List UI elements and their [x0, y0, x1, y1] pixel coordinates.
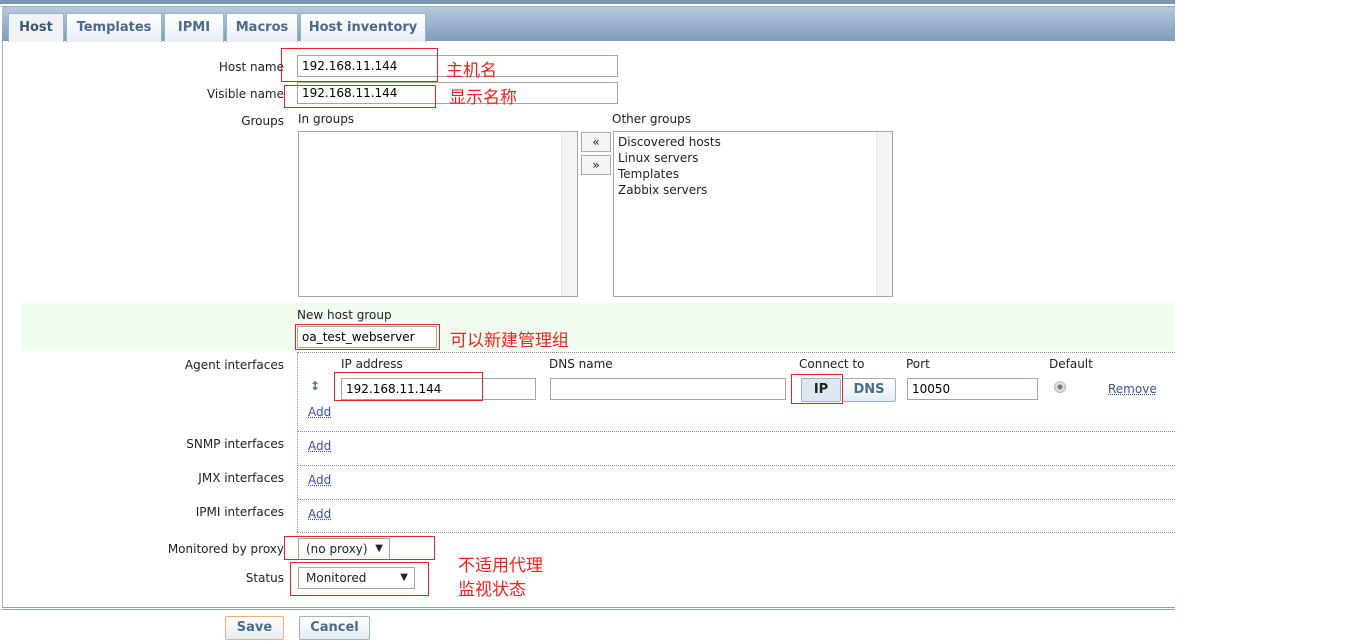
dns-name-input[interactable] [550, 378, 786, 400]
connect-column-header: Connect to [799, 357, 865, 371]
tab-bar: Host Templates IPMI Macros Host inventor… [2, 6, 1175, 42]
divider [297, 431, 1175, 432]
cancel-button[interactable]: Cancel [299, 616, 370, 640]
tab-ipmi[interactable]: IPMI [164, 13, 224, 42]
annotation-box [284, 536, 435, 560]
save-button[interactable]: Save [225, 616, 284, 640]
scrollbar[interactable] [876, 132, 892, 296]
divider [297, 499, 1175, 500]
ipmi-interfaces-label: IPMI interfaces [195, 505, 284, 519]
snmp-interfaces-label: SNMP interfaces [186, 437, 284, 451]
divider [297, 352, 298, 532]
in-groups-label: In groups [298, 112, 355, 126]
move-right-button[interactable]: » [581, 155, 611, 175]
add-agent-interface-link[interactable]: Add [308, 405, 331, 419]
tab-host[interactable]: Host [8, 13, 64, 42]
annotation-box [290, 562, 429, 596]
status-label: Status [245, 571, 284, 585]
divider [297, 465, 1175, 466]
list-item[interactable]: Zabbix servers [618, 182, 888, 198]
tab-templates[interactable]: Templates [66, 13, 162, 42]
add-ipmi-interface-link[interactable]: Add [308, 507, 331, 521]
annotation-box [295, 324, 440, 350]
other-groups-list[interactable]: Discovered hosts Linux servers Templates… [613, 131, 893, 297]
jmx-interfaces-label: JMX interfaces [198, 471, 284, 485]
drag-handle-icon[interactable]: ↕ [310, 379, 320, 393]
annotation-box [791, 374, 843, 404]
default-column-header: Default [1049, 357, 1093, 371]
divider [297, 352, 1175, 353]
dns-column-header: DNS name [549, 357, 613, 371]
list-item[interactable]: Linux servers [618, 150, 888, 166]
tab-macros[interactable]: Macros [226, 13, 298, 42]
visible-name-label: Visible name [206, 87, 284, 101]
tab-host-inventory[interactable]: Host inventory [300, 13, 426, 42]
new-group-label: New host group [297, 308, 392, 322]
annotation-proxy: 不适用代理 [458, 556, 543, 576]
host-name-label: Host name [218, 60, 284, 74]
list-item[interactable]: Templates [618, 166, 888, 182]
other-groups-label: Other groups [612, 112, 691, 126]
add-jmx-interface-link[interactable]: Add [308, 473, 331, 487]
remove-interface-link[interactable]: Remove [1108, 382, 1157, 396]
annotation-host-name: 主机名 [446, 61, 497, 81]
ip-column-header: IP address [341, 357, 403, 371]
new-group-section [21, 303, 1175, 351]
port-column-header: Port [906, 357, 930, 371]
annotation-visible-name: 显示名称 [449, 88, 517, 108]
proxy-label: Monitored by proxy [167, 542, 284, 556]
port-input[interactable] [907, 378, 1038, 400]
move-left-button[interactable]: « [581, 132, 611, 152]
list-item[interactable]: Discovered hosts [618, 134, 888, 150]
in-groups-list[interactable] [298, 131, 578, 297]
annotation-new-group: 可以新建管理组 [450, 331, 569, 351]
groups-label: Groups [241, 114, 284, 128]
connect-dns-button[interactable]: DNS [842, 378, 896, 402]
footer-divider [2, 607, 1175, 610]
annotation-box [334, 372, 483, 401]
divider [297, 532, 1175, 533]
default-radio[interactable] [1054, 381, 1066, 393]
top-bar [0, 0, 1175, 4]
annotation-box [281, 48, 438, 82]
agent-interfaces-label: Agent interfaces [184, 358, 284, 372]
annotation-box [284, 85, 436, 108]
add-snmp-interface-link[interactable]: Add [308, 439, 331, 453]
annotation-status: 监视状态 [458, 580, 526, 600]
scrollbar[interactable] [561, 132, 577, 296]
